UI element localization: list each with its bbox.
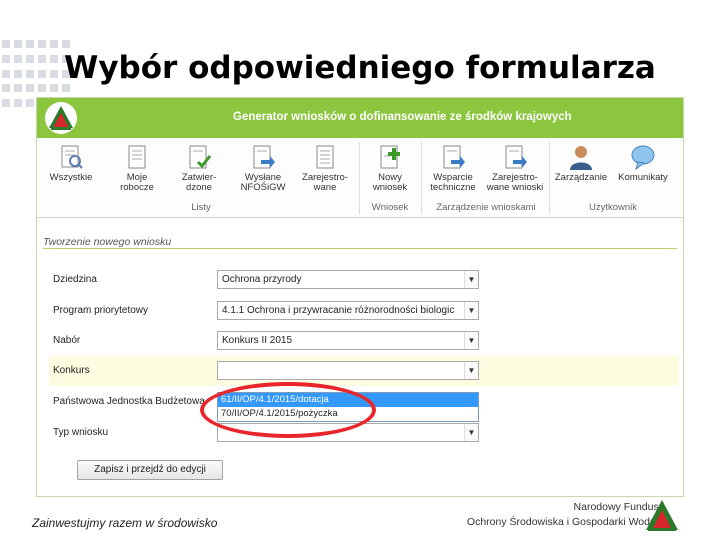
section-divider [43,248,677,249]
ribbon-group-wniosek: Wniosek [371,202,409,213]
ribbon-separator [421,142,422,214]
section-title: Tworzenie nowego wniosku [43,236,172,248]
ribbon-group-zarzadzanie: Zarządzenie wnioskami [436,202,536,213]
ribbon-label: NFOŚiGW [240,182,286,193]
form-row-dziedzina: Dziedzina Ochrona przyrody ▼ [49,265,679,295]
document-icon [128,145,146,169]
fund-name: Narodowy Fundusz Ochrony Środowiska i Go… [467,500,664,530]
ribbon-label: wane [313,182,337,193]
highlight-ellipse [200,382,376,438]
ribbon-separator [549,142,550,214]
chevron-down-icon[interactable]: ▼ [464,424,478,441]
dziedzina-select[interactable]: Ochrona przyrody ▼ [217,270,479,289]
speech-bubble-icon [631,145,655,170]
field-label: Typ wniosku [53,427,109,438]
ribbon-label: wniosek [372,182,408,193]
field-label: Państwowa Jednostka Budżetowa [53,396,205,407]
ribbon-button-wsparcie-techniczne[interactable]: Wsparcie techniczne [423,144,483,193]
ribbon-group-listy: Listy [191,202,211,213]
form-row-konkurs: Konkurs ▼ [49,356,679,386]
fund-logo-icon [45,102,77,134]
nabor-select[interactable]: Konkurs II 2015 ▼ [217,331,479,350]
ribbon-label: dzone [186,182,212,193]
select-value: Ochrona przyrody [222,274,302,285]
app-header: Generator wniosków o dofinansowanie ze ś… [37,98,683,138]
ribbon-label: Zarządzanie [554,172,608,183]
chevron-down-icon[interactable]: ▼ [464,302,478,319]
user-icon [570,146,592,170]
document-send-icon [505,145,527,169]
program-select[interactable]: 4.1.1 Ochrona i przywracanie różnorodnoś… [217,301,479,320]
field-label: Nabór [53,335,81,346]
ribbon-button-wyslane[interactable]: Wysłane NFOŚiGW [233,144,293,193]
ribbon-label: wane wnioski [486,182,544,193]
ribbon-button-zarejestrowane[interactable]: Zarejestro- wane [295,144,355,193]
ribbon-button-zarejestrowane-wnioski[interactable]: Zarejestro- wane wnioski [485,144,545,193]
document-add-icon [380,145,400,169]
chevron-down-icon[interactable]: ▼ [464,362,478,379]
fund-logo-icon [646,500,678,531]
select-value: Konkurs II 2015 [222,335,293,346]
save-and-edit-button[interactable]: Zapisz i przejdź do edycji [77,460,223,480]
ribbon-button-moje-robocze[interactable]: Moje robocze [107,144,167,193]
ribbon-label: techniczne [430,182,476,193]
ribbon-button-komunikaty[interactable]: Komunikaty [613,144,673,183]
ribbon-button-wszystkie[interactable]: Wszystkie [41,144,101,183]
document-send-icon [443,145,465,169]
document-search-icon [61,145,83,169]
chevron-down-icon[interactable]: ▼ [464,271,478,288]
form-row-program: Program priorytetowy 4.1.1 Ochrona i prz… [49,296,679,326]
ribbon-group-uzytkownik: Użytkownik [588,202,638,213]
ribbon-label: robocze [120,182,154,193]
slide-title: Wybór odpowiedniego formularza [64,50,656,86]
field-label: Konkurs [53,365,90,376]
field-label: Dziedzina [53,274,97,285]
ribbon-label: Wszystkie [49,172,93,183]
ribbon-button-nowy-wniosek[interactable]: Nowy wniosek [360,144,420,193]
form-row-nabor: Nabór Konkurs II 2015 ▼ [49,326,679,356]
document-send-icon [253,145,275,169]
chevron-down-icon[interactable]: ▼ [464,332,478,349]
app-title: Generator wniosków o dofinansowanie ze ś… [233,111,572,123]
ribbon-toolbar: Wszystkie Moje robocze Zatwier- dzone Wy… [37,138,683,218]
fund-name-line: Narodowy Fundusz [573,501,664,513]
footer-slogan: Zainwestujmy razem w środowisko [32,516,218,530]
konkurs-select[interactable]: ▼ [217,361,479,380]
app-window: Generator wniosków o dofinansowanie ze ś… [36,97,684,497]
document-check-icon [189,145,212,169]
document-list-icon [316,145,334,169]
fund-name-line: Ochrony Środowiska i Gospodarki Wodnej [466,516,664,528]
ribbon-button-zarzadzanie[interactable]: Zarządzanie [551,144,611,183]
select-value: 4.1.1 Ochrona i przywracanie różnorodnoś… [222,305,455,316]
field-label: Program priorytetowy [53,305,149,316]
ribbon-button-zatwierdzone[interactable]: Zatwier- dzone [169,144,229,193]
ribbon-label: Komunikaty [618,172,668,183]
